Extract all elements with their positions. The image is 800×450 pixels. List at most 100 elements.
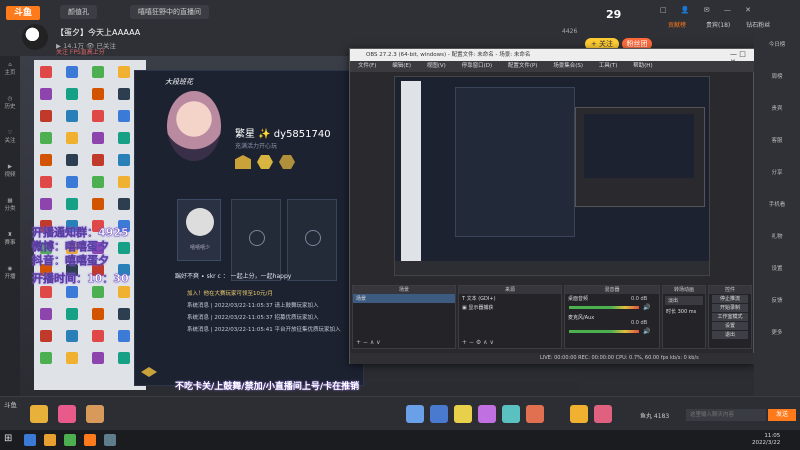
stop-streaming-button[interactable]: 停止推流 [712, 295, 748, 303]
preview-desktop [401, 81, 421, 261]
streamer-avatar[interactable] [22, 24, 48, 50]
obs-window[interactable]: OBS 27.2.3 (64-bit, windows) - 配置文件: 未命名… [349, 48, 755, 364]
nav-category[interactable]: ▦ 分类 [0, 198, 20, 212]
mute-icon[interactable]: 🔊 [643, 328, 650, 335]
gift-icon[interactable] [58, 405, 76, 423]
taskbar-app-icon[interactable] [104, 434, 116, 446]
taskbar-app-icon[interactable] [64, 434, 76, 446]
studio-mode-button[interactable]: 工作室模式 [712, 313, 748, 321]
sidebar-item-feedback[interactable]: 反馈 [754, 296, 800, 304]
desktop-app-icon [40, 198, 52, 210]
nav-video[interactable]: ▶ 视频 [0, 164, 20, 178]
obs-menu-edit[interactable]: 编辑(E) [392, 63, 411, 69]
nav-tab-1[interactable]: 颜值孔 [60, 5, 97, 19]
preview-gift-bar [395, 261, 709, 275]
empty-slot[interactable] [231, 199, 281, 281]
desktop-app-icon [118, 88, 130, 100]
taskbar-app-icon[interactable] [84, 434, 96, 446]
sidebar-item-mobile[interactable]: 手机看 [754, 200, 800, 208]
obs-preview[interactable] [394, 76, 710, 276]
taskbar-app-icon[interactable] [24, 434, 36, 446]
player-card[interactable]: 嘻嘻嘻少 [177, 199, 221, 261]
scene-item[interactable]: 场景 [353, 294, 455, 303]
badge-icon [235, 155, 251, 169]
taskbar-app-icon[interactable] [44, 434, 56, 446]
rank-tabs: 贡献榜 贵宾(18) 钻石粉丝 [664, 20, 800, 32]
window-controls[interactable]: □ 👤 ✉ — ✕ [660, 6, 757, 14]
obs-menu-help[interactable]: 帮助(H) [633, 63, 652, 69]
transition-select[interactable]: 淡出 [665, 296, 703, 305]
trophy-icon[interactable] [30, 405, 48, 423]
sidebar-item-service[interactable]: 客服 [754, 136, 800, 144]
obs-menu-profile[interactable]: 配置文件(P) [508, 63, 538, 69]
desktop-app-icon [40, 66, 52, 78]
duration-input[interactable]: 300 ms [678, 309, 697, 315]
sidebar-item-more[interactable]: 更多 [754, 328, 800, 336]
source-item[interactable]: ▣ 显示器捕获 [459, 303, 561, 312]
douyu-logo[interactable]: 斗鱼 [6, 6, 40, 20]
player-card-avatar [186, 208, 214, 236]
exit-button[interactable]: 退出 [712, 331, 748, 339]
sidebar-item-weekly[interactable]: 周榜 [754, 72, 800, 80]
scenes-dock: 场景 场景 + − ∧ ∨ [352, 285, 456, 349]
desktop-app-icon [40, 88, 52, 100]
gift-icon[interactable] [594, 405, 612, 423]
obs-title-bar[interactable]: OBS 27.2.3 (64-bit, windows) - 配置文件: 未命名… [350, 49, 755, 61]
rank-label: 大段班花 [165, 78, 193, 86]
system-message: 加入！他在大赛玩家可领至10元/月 [187, 291, 273, 297]
windows-start-icon[interactable]: ⊞ [4, 433, 12, 444]
sidebar-item-share[interactable]: 分享 [754, 168, 800, 176]
desktop-app-icon [66, 110, 78, 122]
nav-home[interactable]: ⌂ 主页 [0, 62, 20, 76]
tab-vip[interactable]: 贵宾(18) [706, 22, 730, 29]
gift-icon[interactable] [570, 405, 588, 423]
obs-status-bar: LIVE: 00:00:00 REC: 00:00:00 CPU: 0.7%, … [350, 353, 755, 364]
gift-icon[interactable] [502, 405, 520, 423]
nav-match[interactable]: ♜ 赛事 [0, 232, 20, 246]
desktop-app-icon [118, 154, 130, 166]
player-name: 繁星 ✨ dy5851740 [235, 129, 331, 140]
gift-icon[interactable] [430, 405, 448, 423]
obs-menu-file[interactable]: 文件(F) [358, 63, 376, 69]
desktop-app-icon [40, 286, 52, 298]
badge-icon [279, 155, 295, 169]
nav-follow[interactable]: ♡ 关注 [0, 130, 20, 144]
nav-history[interactable]: ◷ 历史 [0, 96, 20, 110]
room-id: 4426 [562, 28, 578, 35]
room-title: 【蛋夕】今天上AAAAA [56, 28, 141, 37]
settings-button[interactable]: 设置 [712, 322, 748, 330]
transitions-dock: 转场动画 淡出 时长 300 ms [662, 285, 706, 349]
gift-icon[interactable] [86, 405, 104, 423]
empty-slot[interactable] [287, 199, 337, 281]
gift-icon[interactable] [454, 405, 472, 423]
sidebar-item-gift[interactable]: 礼物 [754, 232, 800, 240]
gift-icon[interactable] [478, 405, 496, 423]
controls-dock-title: 控件 [709, 286, 751, 294]
chat-input[interactable] [686, 409, 766, 421]
gift-icon[interactable] [406, 405, 424, 423]
nav-live[interactable]: ◉ 开播 [0, 266, 20, 280]
sources-toolbar[interactable]: + − ⚙ ∧ ∨ [462, 339, 494, 346]
obs-menu-scene-collection[interactable]: 场景集合(S) [553, 63, 583, 69]
fishball-balance: 鱼丸 4183 [640, 413, 670, 420]
start-recording-button[interactable]: 开始录制 [712, 304, 748, 312]
transitions-dock-title: 转场动画 [663, 286, 705, 294]
gift-icon[interactable] [526, 405, 544, 423]
sidebar-item-vip[interactable]: 贵宾 [754, 104, 800, 112]
source-item[interactable]: T 文本 (GDI+) [459, 294, 561, 303]
obs-menu-docks[interactable]: 停靠窗口(D) [462, 63, 493, 69]
sidebar-item-settings[interactable]: 设置 [754, 264, 800, 272]
send-button[interactable]: 发送 [768, 409, 796, 421]
obs-menu-view[interactable]: 视图(V) [427, 63, 446, 69]
nav-tab-2[interactable]: 嘻嘻狂野中的直播间 [130, 5, 209, 19]
desktop-app-icon [118, 132, 130, 144]
controls-dock: 控件 停止推流 开始录制 工作室模式 设置 退出 [708, 285, 752, 349]
tab-diamond-fans[interactable]: 钻石粉丝 [746, 22, 770, 29]
scenes-toolbar[interactable]: + − ∧ ∨ [356, 339, 381, 346]
desktop-app-icon [118, 286, 130, 298]
tab-contribution[interactable]: 贡献榜 [668, 22, 686, 29]
obs-menu-tools[interactable]: 工具(T) [599, 63, 618, 69]
desktop-app-icon [66, 66, 78, 78]
mute-icon[interactable]: 🔊 [643, 304, 650, 311]
sidebar-item-daily[interactable]: 今日榜 [754, 40, 800, 48]
